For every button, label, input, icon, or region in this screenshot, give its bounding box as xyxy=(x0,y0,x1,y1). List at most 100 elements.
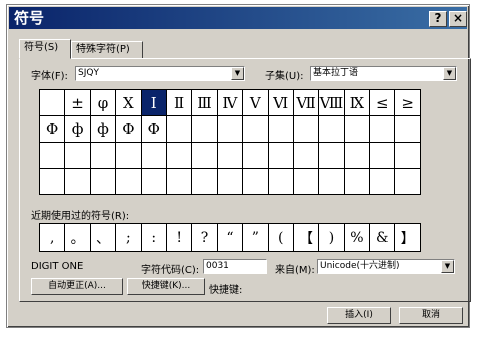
recent-symbol-cell[interactable]: ” xyxy=(242,223,269,252)
tab-symbols[interactable]: 符号(S) xyxy=(19,39,71,59)
symbol-cell[interactable] xyxy=(38,167,66,196)
symbol-cell[interactable] xyxy=(369,115,396,143)
symbol-cell[interactable]: Φ xyxy=(115,115,142,143)
symbol-cell[interactable] xyxy=(343,167,371,196)
symbol-cell[interactable] xyxy=(292,141,320,169)
shortcut-key-label: 快捷键: xyxy=(209,285,243,296)
symbol-cell[interactable]: ≤ xyxy=(369,88,396,117)
symbol-cell[interactable] xyxy=(267,141,294,169)
from-select[interactable]: Unicode(十六进制) ▼ xyxy=(317,259,455,274)
recent-symbol-cell[interactable]: 、 xyxy=(89,223,117,252)
symbol-cell[interactable] xyxy=(292,115,320,143)
symbol-cell[interactable]: Ⅰ xyxy=(140,88,167,117)
symbol-cell[interactable] xyxy=(140,141,167,169)
recent-symbol-cell[interactable]: ! xyxy=(165,223,193,252)
symbol-cell[interactable] xyxy=(242,167,269,196)
symbol-cell[interactable] xyxy=(394,141,421,169)
symbol-cell[interactable] xyxy=(216,141,244,169)
autocorrect-button[interactable]: 自动更正(A)... xyxy=(31,278,123,295)
symbol-cell[interactable] xyxy=(89,141,117,169)
subset-select[interactable]: 基本拉丁语 ▼ xyxy=(310,66,457,81)
symbol-cell[interactable] xyxy=(216,167,244,196)
subset-value: 基本拉丁语 xyxy=(313,68,359,78)
symbol-cell[interactable]: φ xyxy=(89,88,117,117)
symbol-cell[interactable]: Φ xyxy=(38,115,66,143)
symbol-cell[interactable] xyxy=(191,141,218,169)
symbol-cell[interactable] xyxy=(38,141,66,169)
symbol-cell[interactable] xyxy=(318,141,345,169)
symbol-cell[interactable] xyxy=(64,167,91,196)
recent-symbol-cell[interactable]: ( xyxy=(267,223,294,252)
symbol-cell[interactable]: Ⅱ xyxy=(165,88,193,117)
symbol-cell[interactable]: Ⅴ xyxy=(242,88,269,117)
symbol-grid-row: ± φ Ⅹ Ⅰ Ⅱ Ⅲ Ⅳ Ⅴ Ⅵ Ⅶ Ⅷ Ⅸ ≤ ≥ xyxy=(38,88,421,117)
recent-symbol-cell[interactable]: 】 xyxy=(394,223,421,252)
symbol-cell[interactable]: Ⅸ xyxy=(343,88,371,117)
chevron-down-icon[interactable]: ▼ xyxy=(231,67,244,80)
symbol-cell[interactable] xyxy=(165,167,193,196)
symbol-grid: ± φ Ⅹ Ⅰ Ⅱ Ⅲ Ⅳ Ⅴ Ⅵ Ⅶ Ⅷ Ⅸ ≤ ≥ Φф ф Φ Φ xyxy=(38,88,421,196)
recent-symbol-cell[interactable]: “ xyxy=(216,223,244,252)
symbol-cell[interactable]: Ⅳ xyxy=(216,88,244,117)
symbol-cell[interactable] xyxy=(191,115,218,143)
symbol-cell[interactable]: ф xyxy=(89,115,117,143)
chevron-down-icon[interactable]: ▼ xyxy=(441,260,454,273)
symbol-cell[interactable] xyxy=(394,167,421,196)
symbol-cell[interactable]: Ⅶ xyxy=(292,88,320,117)
symbol-cell[interactable] xyxy=(191,167,218,196)
symbol-cell[interactable] xyxy=(267,167,294,196)
symbol-cell[interactable] xyxy=(369,141,396,169)
recent-symbol-cell[interactable]: 。 xyxy=(64,223,91,252)
close-button[interactable]: × xyxy=(449,11,467,27)
recent-symbol-cell[interactable]: ; xyxy=(115,223,142,252)
symbol-cell[interactable] xyxy=(318,115,345,143)
symbol-cell[interactable] xyxy=(216,115,244,143)
symbol-cell[interactable] xyxy=(140,167,167,196)
symbol-cell[interactable]: Ⅹ xyxy=(115,88,142,117)
symbol-cell[interactable] xyxy=(343,141,371,169)
symbol-cell[interactable] xyxy=(38,88,66,117)
cancel-button[interactable]: 取消 xyxy=(399,307,463,324)
symbol-cell[interactable] xyxy=(165,115,193,143)
symbol-cell[interactable]: Ⅷ xyxy=(318,88,345,117)
insert-button[interactable]: 插入(I) xyxy=(327,307,391,324)
symbol-cell[interactable]: Ⅵ xyxy=(267,88,294,117)
chevron-down-icon[interactable]: ▼ xyxy=(443,67,456,80)
symbol-cell[interactable]: ф xyxy=(64,115,91,143)
from-label: 来自(M): xyxy=(275,265,315,276)
recent-symbol-cell[interactable]: : xyxy=(140,223,167,252)
symbol-cell[interactable]: ± xyxy=(64,88,91,117)
symbol-cell[interactable]: Ⅲ xyxy=(191,88,218,117)
shortcut-key-button[interactable]: 快捷键(K)... xyxy=(127,278,205,295)
symbol-cell[interactable]: ≥ xyxy=(394,88,421,117)
symbol-cell[interactable] xyxy=(242,115,269,143)
help-button[interactable]: ? xyxy=(429,11,447,27)
symbol-cell[interactable] xyxy=(292,167,320,196)
symbol-cell[interactable] xyxy=(165,141,193,169)
tab-special-characters[interactable]: 特殊字符(P) xyxy=(71,41,143,59)
symbol-cell[interactable] xyxy=(242,141,269,169)
symbol-cell[interactable] xyxy=(89,167,117,196)
symbol-cell[interactable] xyxy=(115,141,142,169)
recent-symbol-cell[interactable]: ? xyxy=(191,223,218,252)
recent-symbol-cell[interactable]: ) xyxy=(318,223,345,252)
symbol-cell[interactable] xyxy=(64,141,91,169)
symbol-cell[interactable] xyxy=(115,167,142,196)
symbol-grid-row: ΦффΦΦ xyxy=(38,115,421,143)
recent-symbol-cell[interactable]: , xyxy=(38,223,66,252)
symbol-cell[interactable]: Φ xyxy=(140,115,167,143)
font-label: 字体(F): xyxy=(31,71,68,82)
recent-symbol-cell[interactable]: 【 xyxy=(292,223,320,252)
symbol-cell[interactable] xyxy=(369,167,396,196)
symbol-cell[interactable] xyxy=(267,115,294,143)
symbol-cell[interactable] xyxy=(318,167,345,196)
title-bar: 符号 ? × xyxy=(9,7,467,29)
symbol-cell[interactable] xyxy=(343,115,371,143)
recent-symbol-cell[interactable]: % xyxy=(343,223,371,252)
font-select[interactable]: SJQY ▼ xyxy=(75,66,245,81)
char-code-input[interactable]: 0031 xyxy=(203,259,267,274)
recent-symbol-cell[interactable]: & xyxy=(369,223,396,252)
symbol-cell[interactable] xyxy=(394,115,421,143)
from-value: Unicode(十六进制) xyxy=(320,261,400,271)
font-value: SJQY xyxy=(78,68,99,78)
